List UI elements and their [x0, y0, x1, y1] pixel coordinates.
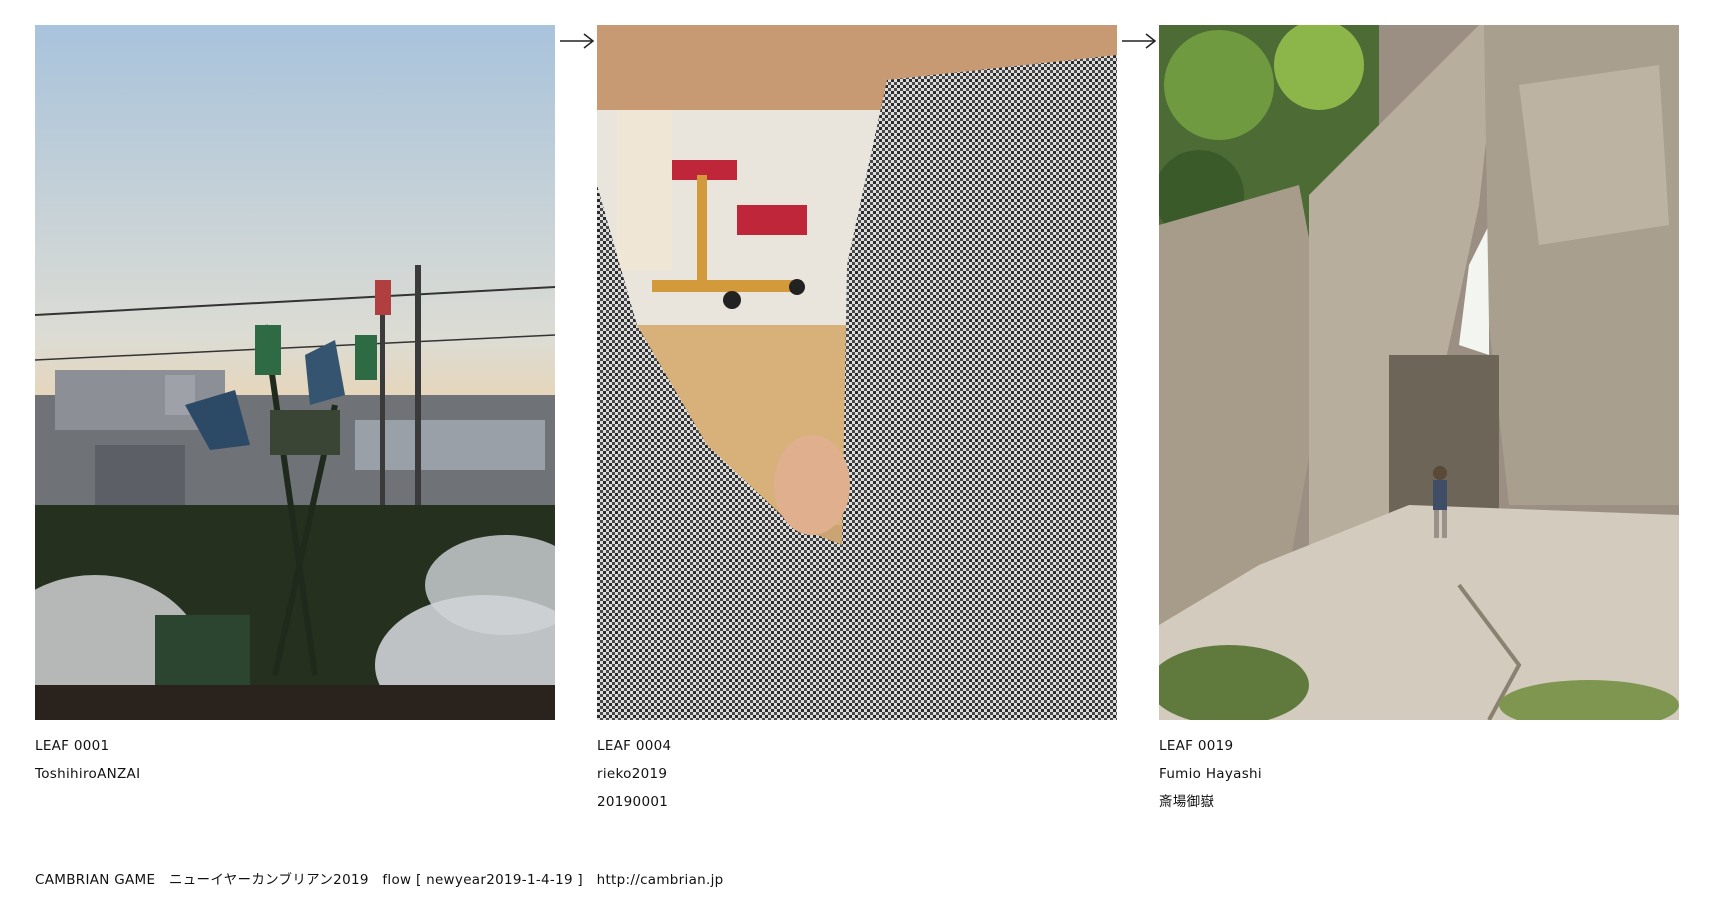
- leaf-caption: LEAF 0001 ToshihiroANZAI: [35, 732, 555, 788]
- leaf-0019-photo[interactable]: [1159, 25, 1679, 720]
- leaf-0004-photo[interactable]: [597, 25, 1117, 720]
- leaf-caption: LEAF 0019 Fumio Hayashi 斎場御嶽: [1159, 732, 1679, 816]
- arrow-right-icon: [1121, 31, 1157, 51]
- game-title-link[interactable]: ニューイヤーカンブリアン2019: [169, 872, 369, 888]
- leaf-author[interactable]: Fumio Hayashi: [1159, 760, 1679, 788]
- game-link[interactable]: CAMBRIAN GAME: [35, 872, 155, 888]
- leaf-note: 20190001: [597, 794, 669, 810]
- leaf-id[interactable]: LEAF 0004: [597, 732, 1117, 760]
- flow-link[interactable]: flow [ newyear2019-1-4-19 ]: [382, 872, 583, 888]
- leaf-id[interactable]: LEAF 0001: [35, 732, 555, 760]
- leaf-0001-photo[interactable]: [35, 25, 555, 720]
- arrow-right-icon: [559, 31, 595, 51]
- leaf-note: 斎場御嶽: [1159, 794, 1215, 810]
- site-url-link[interactable]: http://cambrian.jp: [597, 872, 724, 888]
- leaf-author[interactable]: rieko2019: [597, 760, 1117, 788]
- leaf-author[interactable]: ToshihiroANZAI: [35, 760, 555, 788]
- leaf-id[interactable]: LEAF 0019: [1159, 732, 1679, 760]
- footer: CAMBRIAN GAME ニューイヤーカンブリアン2019 flow [ ne…: [35, 868, 724, 888]
- leaf-caption: LEAF 0004 rieko2019 20190001: [597, 732, 1117, 816]
